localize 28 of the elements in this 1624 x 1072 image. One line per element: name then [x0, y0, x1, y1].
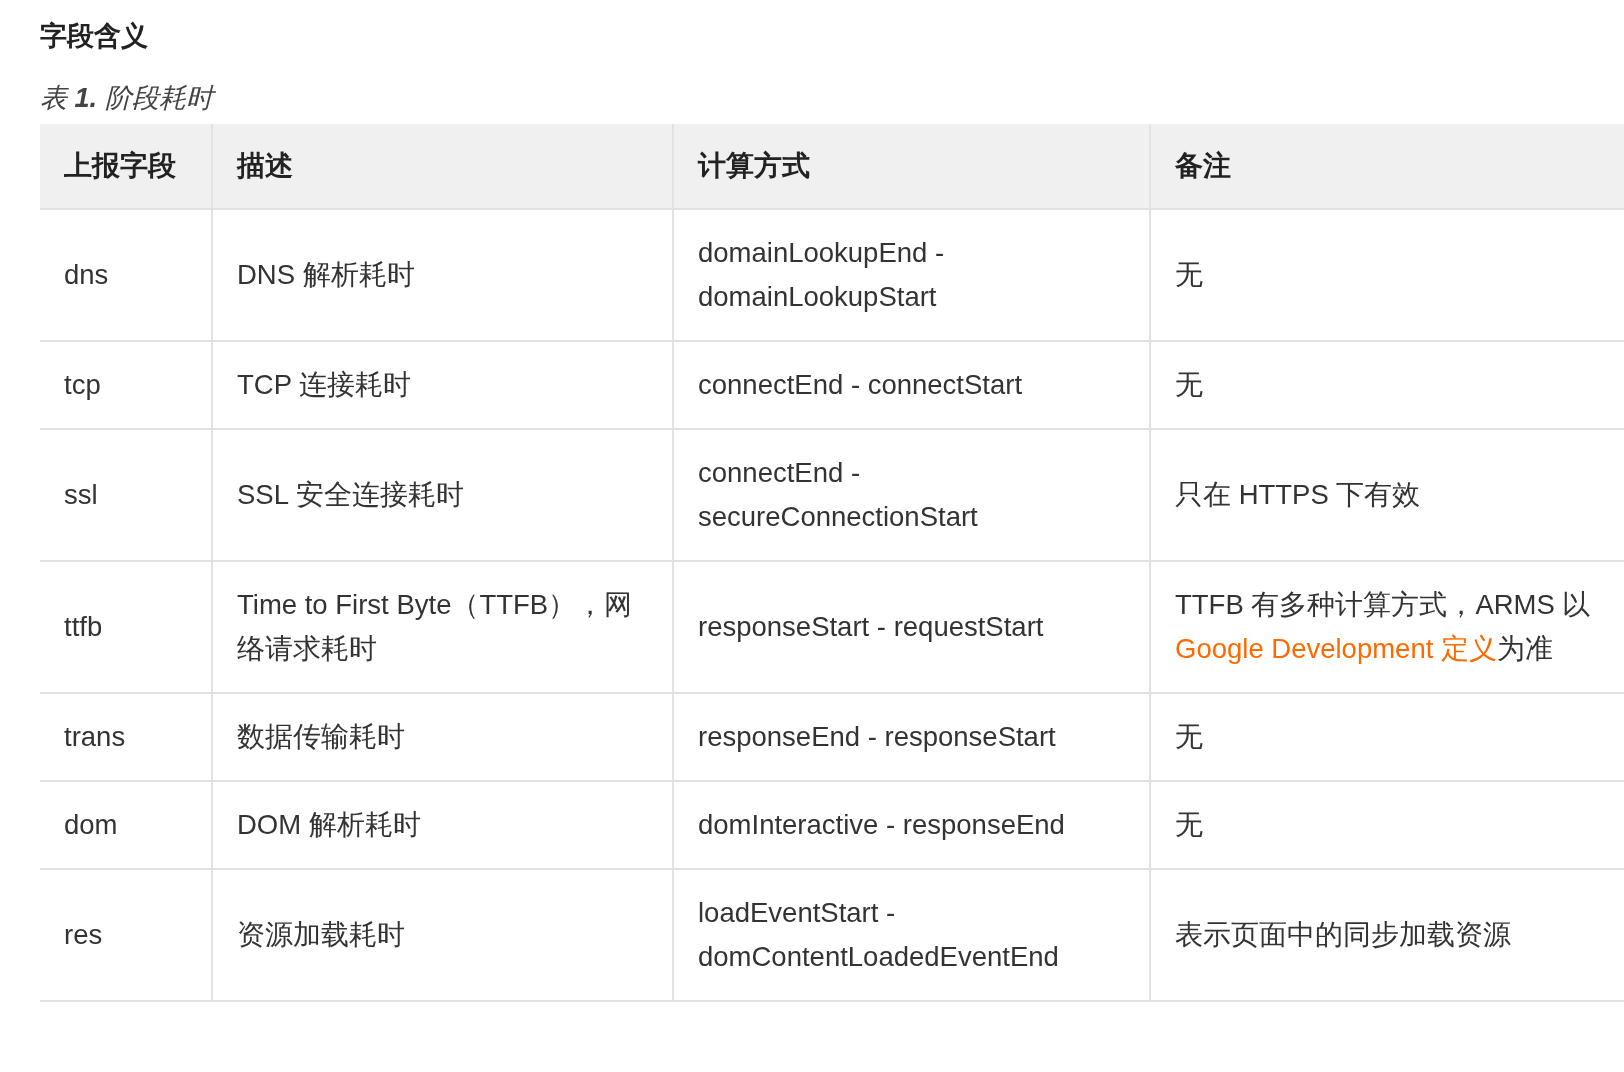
table-cell: DNS 解析耗时 [212, 209, 673, 341]
table-cell: responseStart - requestStart [673, 561, 1150, 693]
column-header: 计算方式 [673, 124, 1150, 209]
column-header: 描述 [212, 124, 673, 209]
section-heading: 字段含义 [40, 20, 149, 53]
table-cell: trans [40, 693, 212, 781]
table-caption: 表 1. 阶段耗时 [40, 80, 1624, 116]
text-link[interactable]: Google Development 定义 [1175, 633, 1497, 664]
table-cell: tcp [40, 341, 212, 429]
table-cell: loadEventStart - domContentLoadedEventEnd [673, 869, 1150, 1001]
table-cell: DOM 解析耗时 [212, 781, 673, 869]
table-cell: Time to First Byte（TTFB），网络请求耗时 [212, 561, 673, 693]
table-cell: dom [40, 781, 212, 869]
column-header: 上报字段 [40, 124, 212, 209]
table-cell: SSL 安全连接耗时 [212, 429, 673, 561]
table-cell: ttfb [40, 561, 212, 693]
column-header: 备注 [1150, 124, 1624, 209]
table-cell: TCP 连接耗时 [212, 341, 673, 429]
table-cell: 数据传输耗时 [212, 693, 673, 781]
table-cell: connectEnd - secureConnectionStart [673, 429, 1150, 561]
table-cell: ssl [40, 429, 212, 561]
table-cell: responseEnd - responseStart [673, 693, 1150, 781]
table-cell: domainLookupEnd - domainLookupStart [673, 209, 1150, 341]
table-cell: dns [40, 209, 212, 341]
table-cell: res [40, 869, 212, 1001]
table-cell: 资源加载耗时 [212, 869, 673, 1001]
table-cell: domInteractive - responseEnd [673, 781, 1150, 869]
table-cell: connectEnd - connectStart [673, 341, 1150, 429]
